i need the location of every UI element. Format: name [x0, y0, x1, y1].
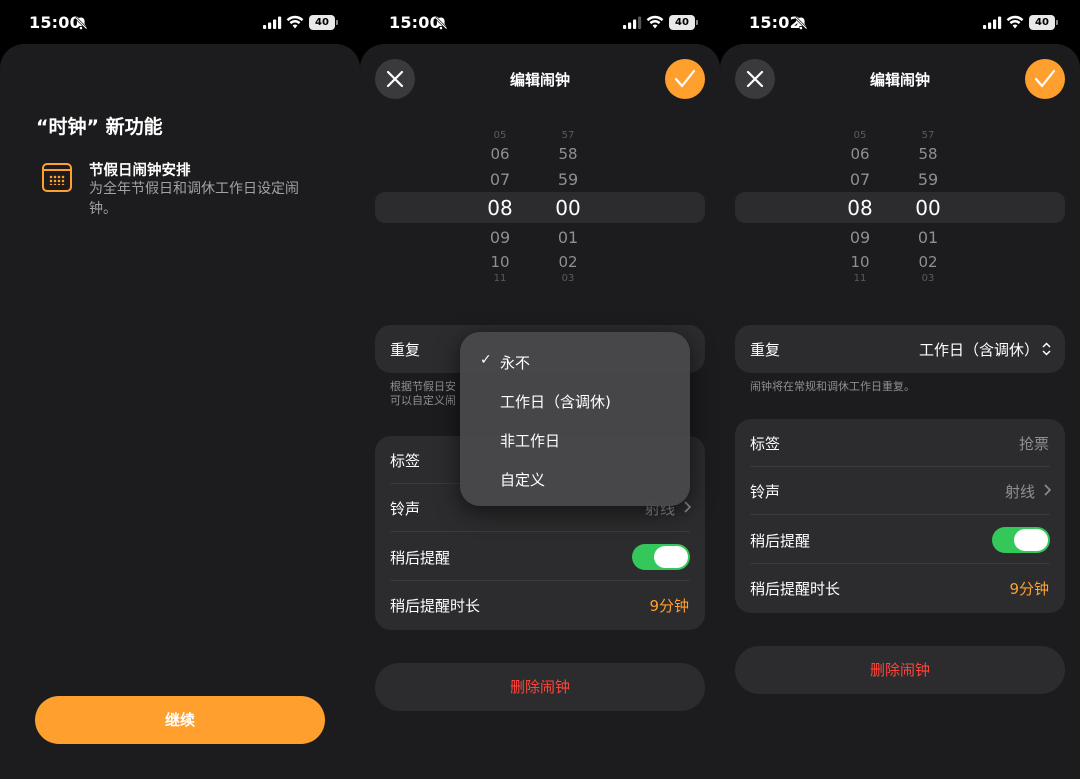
time-picker-selection — [735, 192, 1065, 223]
hour-picker-selected[interactable]: 08 — [840, 196, 880, 220]
continue-button[interactable]: 继续 — [35, 696, 325, 744]
hour-picker-item[interactable]: 05 — [840, 130, 880, 139]
repeat-dropdown-menu: ✓ 永不 工作日（含调休) 非工作日 自定义 — [460, 332, 690, 506]
menu-item-non-workdays[interactable]: 非工作日 — [500, 430, 560, 451]
snooze-toggle[interactable] — [992, 527, 1050, 553]
snooze-toggle[interactable] — [632, 544, 690, 570]
check-icon — [674, 69, 696, 88]
hour-picker-item[interactable]: 06 — [840, 145, 880, 163]
hour-picker-item[interactable]: 05 — [480, 130, 520, 139]
edit-alarm-sheet: 编辑闹钟 05 06 07 08 09 10 11 57 58 59 00 01… — [720, 44, 1080, 779]
minute-picker-selected[interactable]: 00 — [548, 196, 588, 220]
battery-indicator: 40 — [1029, 15, 1058, 30]
check-icon — [1034, 69, 1056, 88]
label-label: 标签 — [750, 435, 781, 453]
whats-new-screen: 15:00 40 “时钟” 新功能 节假日闹钟安排 为全年节假日和调休工作日设定… — [0, 0, 360, 779]
battery-indicator: 40 — [309, 15, 338, 30]
sound-row[interactable]: 铃声 射线 — [735, 467, 1065, 515]
sound-label: 铃声 — [390, 500, 421, 518]
snooze-duration-row[interactable]: 稍后提醒时长 9分钟 — [735, 564, 1065, 612]
minute-picker-item[interactable]: 57 — [908, 130, 948, 139]
minute-picker-selected[interactable]: 00 — [908, 196, 948, 220]
cellular-signal-icon — [623, 16, 642, 29]
snooze-label: 稍后提醒 — [390, 549, 451, 567]
page-title: “时钟” 新功能 — [36, 116, 163, 138]
alarm-options-group: 标签 抢票 铃声 射线 稍后提醒 稍后提醒时长 9分钟 — [735, 419, 1065, 613]
repeat-label: 重复 — [750, 341, 781, 359]
confirm-button[interactable] — [665, 59, 705, 99]
hour-picker-item[interactable]: 09 — [480, 228, 520, 247]
snooze-label: 稍后提醒 — [750, 532, 811, 550]
repeat-label: 重复 — [390, 341, 421, 359]
minute-picker-item[interactable]: 02 — [908, 253, 948, 271]
hour-picker-selected[interactable]: 08 — [480, 196, 520, 220]
repeat-value: 工作日（含调休） — [918, 341, 1039, 359]
sound-label: 铃声 — [750, 483, 781, 501]
hour-picker-item[interactable]: 07 — [840, 170, 880, 189]
minute-picker-item[interactable]: 58 — [908, 145, 948, 163]
label-label: 标签 — [390, 452, 421, 470]
hour-picker-item[interactable]: 10 — [480, 253, 520, 271]
wifi-icon — [286, 15, 304, 29]
feature-title: 节假日闹钟安排 — [89, 163, 191, 179]
minute-picker-item[interactable]: 02 — [548, 253, 588, 271]
minute-picker-item[interactable]: 01 — [548, 228, 588, 247]
hour-picker-item[interactable]: 09 — [840, 228, 880, 247]
repeat-row[interactable]: 重复 工作日（含调休） — [735, 325, 1065, 373]
status-bar: 15:02 40 — [720, 0, 1080, 44]
minute-picker-item[interactable]: 57 — [548, 130, 588, 139]
chevron-right-icon — [1044, 484, 1051, 496]
silent-bell-icon — [434, 16, 448, 30]
menu-item-workdays[interactable]: 工作日（含调休) — [500, 391, 611, 412]
sound-value: 射线 — [1004, 483, 1035, 501]
snooze-duration-value: 9分钟 — [1009, 580, 1049, 598]
delete-alarm-button[interactable]: 删除闹钟 — [735, 646, 1065, 694]
silent-bell-icon — [794, 16, 808, 30]
snooze-row: 稍后提醒 — [735, 516, 1065, 564]
status-bar: 15:00 40 — [0, 0, 360, 44]
delete-alarm-button[interactable]: 删除闹钟 — [375, 663, 705, 711]
snooze-duration-label: 稍后提醒时长 — [390, 597, 481, 615]
minute-picker-item[interactable]: 03 — [548, 273, 588, 283]
snooze-duration-row[interactable]: 稍后提醒时长 9分钟 — [375, 581, 705, 629]
confirm-button[interactable] — [1025, 59, 1065, 99]
label-row[interactable]: 标签 抢票 — [735, 419, 1065, 467]
minute-picker-item[interactable]: 59 — [548, 170, 588, 189]
menu-item-never[interactable]: 永不 — [500, 352, 530, 373]
whats-new-sheet: “时钟” 新功能 节假日闹钟安排 为全年节假日和调休工作日设定闹钟。 继续 — [0, 44, 360, 779]
chevron-up-down-icon — [1042, 342, 1051, 356]
hour-picker-item[interactable]: 11 — [480, 273, 520, 283]
menu-item-custom[interactable]: 自定义 — [500, 469, 545, 490]
edit-alarm-sheet: 编辑闹钟 05 06 07 08 09 10 11 57 58 59 00 01… — [360, 44, 720, 779]
minute-picker-item[interactable]: 58 — [548, 145, 588, 163]
time-picker-selection — [375, 192, 705, 223]
wifi-icon — [1006, 15, 1024, 29]
hour-picker-item[interactable]: 10 — [840, 253, 880, 271]
repeat-hint: 根据节假日安 可以自定义闹 — [390, 380, 456, 407]
chevron-right-icon — [684, 501, 691, 513]
hour-picker-item[interactable]: 07 — [480, 170, 520, 189]
minute-picker-item[interactable]: 59 — [908, 170, 948, 189]
feature-description: 为全年节假日和调休工作日设定闹钟。 — [89, 181, 299, 217]
battery-indicator: 40 — [669, 15, 698, 30]
cellular-signal-icon — [983, 16, 1002, 29]
repeat-group: 重复 工作日（含调休） — [735, 325, 1065, 373]
hour-picker-item[interactable]: 11 — [840, 273, 880, 283]
calendar-icon — [42, 163, 72, 192]
status-bar: 15:00 40 — [360, 0, 720, 44]
label-value: 抢票 — [1018, 435, 1049, 453]
hour-picker-item[interactable]: 06 — [480, 145, 520, 163]
silent-bell-icon — [74, 16, 88, 30]
edit-alarm-screen: 15:02 40 编辑闹钟 05 06 07 08 09 10 11 57 58… — [720, 0, 1080, 779]
checkmark-icon: ✓ — [480, 352, 492, 368]
repeat-hint: 闹钟将在常规和调休工作日重复。 — [750, 380, 915, 393]
snooze-duration-value: 9分钟 — [649, 597, 689, 615]
wifi-icon — [646, 15, 664, 29]
minute-picker-item[interactable]: 03 — [908, 273, 948, 283]
snooze-row: 稍后提醒 — [375, 533, 705, 581]
cellular-signal-icon — [263, 16, 282, 29]
minute-picker-item[interactable]: 01 — [908, 228, 948, 247]
snooze-duration-label: 稍后提醒时长 — [750, 580, 841, 598]
edit-alarm-screen-menu-open: 15:00 40 编辑闹钟 05 06 07 08 09 10 11 57 58… — [360, 0, 720, 779]
